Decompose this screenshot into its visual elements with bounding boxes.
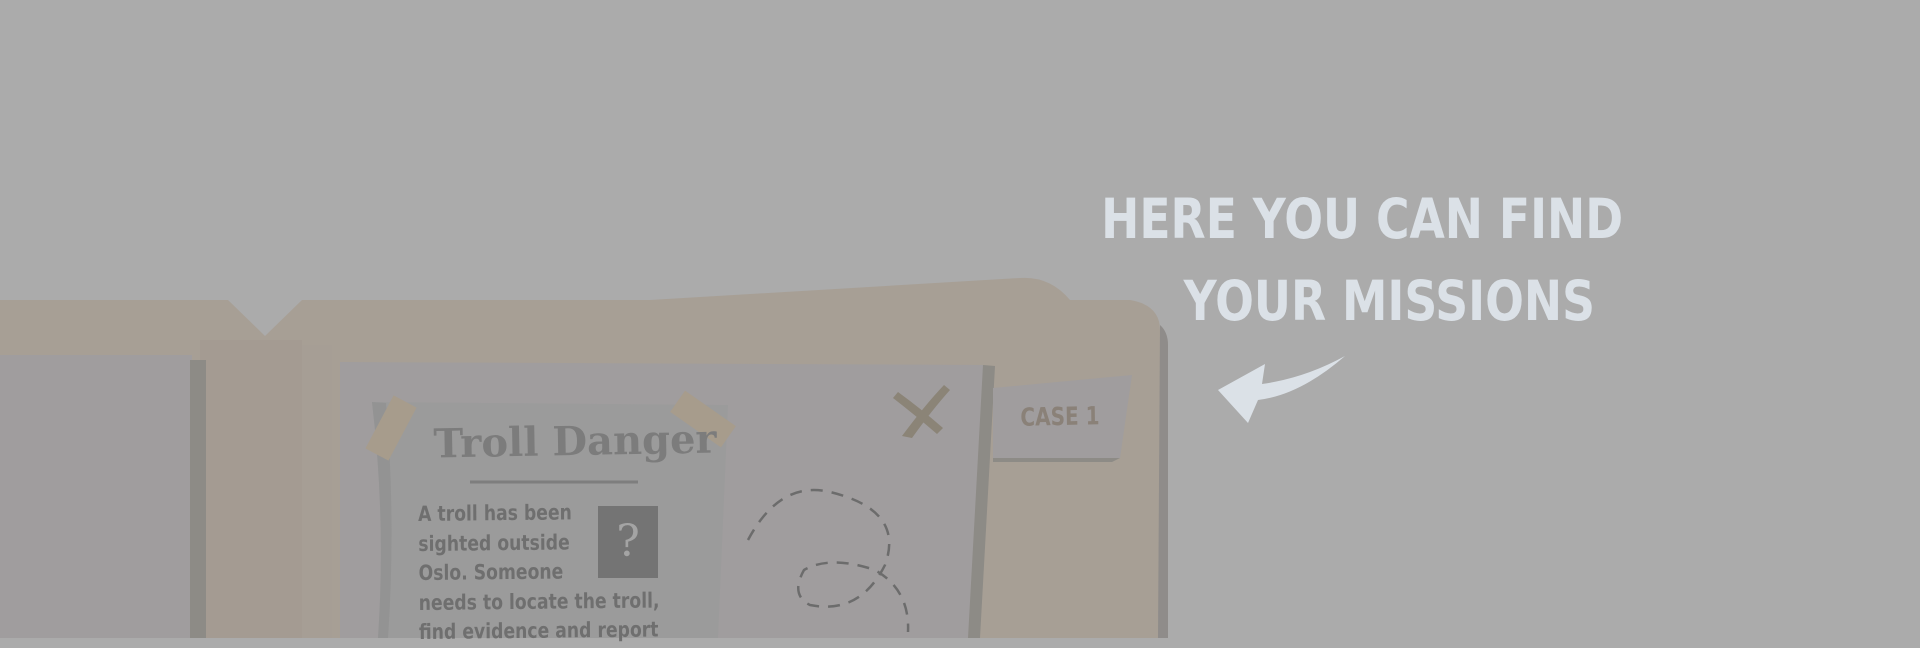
case-tab-label[interactable]: CASE 1	[1020, 401, 1100, 432]
tutorial-hint-line-1: HERE YOU CAN FIND	[1101, 187, 1624, 251]
poster-title: Troll Danger	[433, 415, 717, 468]
left-page-edge	[190, 360, 206, 638]
poster-body-line: needs to locate the troll,	[418, 587, 660, 615]
book-spine-highlight	[302, 345, 332, 638]
poster-body-line: A troll has been	[418, 500, 572, 526]
mission-book-scene	[0, 277, 1345, 638]
left-page	[0, 355, 192, 638]
book-spine	[200, 340, 302, 638]
poster-body: A troll has been sighted outside Oslo. S…	[418, 498, 660, 648]
case-tab-shadow	[993, 458, 1120, 462]
poster-body-line: Oslo. Someone	[418, 559, 564, 585]
tutorial-hint-line-2: YOUR MISSIONS	[1183, 269, 1595, 333]
poster-body-line: find evidence and report	[418, 617, 659, 644]
hint-arrow-icon	[1218, 356, 1345, 423]
poster-body-line: sighted outside	[418, 529, 570, 556]
tutorial-hint: HERE YOU CAN FIND YOUR MISSIONS	[1101, 178, 1624, 342]
